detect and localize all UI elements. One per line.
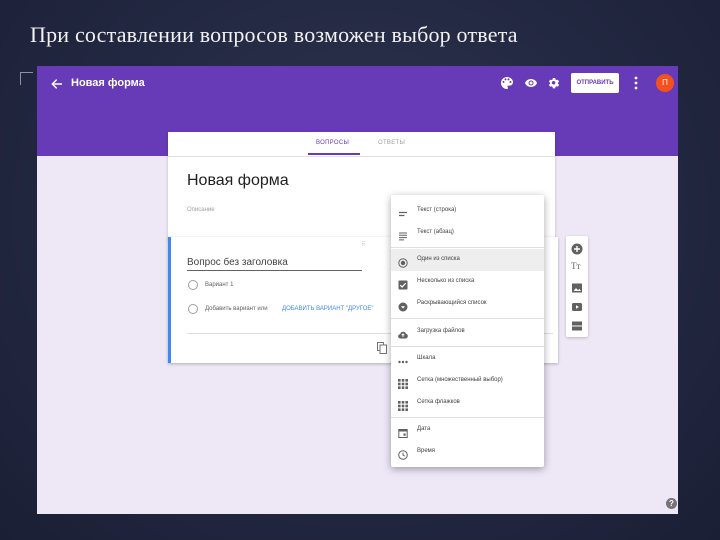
- decorative-corner: [20, 72, 33, 85]
- section-icon[interactable]: [571, 319, 583, 331]
- menu-item-multiple-choice[interactable]: Один из списка: [391, 249, 544, 271]
- upload-icon: [398, 327, 408, 339]
- add-question-icon[interactable]: [571, 242, 583, 255]
- option-input[interactable]: Вариант 1: [205, 282, 233, 288]
- checkbox-grid-icon: [398, 398, 408, 411]
- menu-divider: [391, 247, 544, 248]
- menu-item-paragraph[interactable]: Текст (абзац): [391, 222, 544, 244]
- menu-item-label: Несколько из списка: [417, 278, 475, 284]
- add-option-link[interactable]: Добавить вариант или: [205, 306, 268, 312]
- image-icon[interactable]: [571, 281, 583, 293]
- menu-item-multiple-choice-grid[interactable]: Сетка (множественный выбор): [391, 370, 544, 392]
- preview-eye-icon[interactable]: [524, 76, 538, 90]
- menu-item-linear-scale[interactable]: Шкала: [391, 348, 544, 370]
- send-button[interactable]: ОТПРАВИТЬ: [571, 73, 619, 93]
- scale-icon: [398, 354, 408, 364]
- more-vert-icon[interactable]: [634, 75, 638, 91]
- form-title-header[interactable]: Новая форма: [71, 77, 145, 89]
- menu-item-time[interactable]: Время: [391, 441, 544, 463]
- menu-item-checkbox-grid[interactable]: Сетка флажков: [391, 392, 544, 414]
- back-arrow-icon[interactable]: [49, 76, 65, 92]
- question-title-underline: [187, 270, 362, 271]
- menu-item-label: Текст (строка): [417, 207, 457, 213]
- menu-divider: [391, 318, 544, 319]
- radio-icon: [188, 304, 198, 314]
- form-tabs: ВОПРОСЫ ОТВЕТЫ: [168, 132, 555, 157]
- menu-divider: [391, 417, 544, 418]
- menu-item-file-upload[interactable]: Загрузка файлов: [391, 321, 544, 343]
- grid-icon: [398, 376, 408, 389]
- menu-item-date[interactable]: Дата: [391, 419, 544, 441]
- form-description-field[interactable]: Описание: [187, 207, 215, 213]
- settings-gear-icon[interactable]: [547, 76, 561, 90]
- tab-questions[interactable]: ВОПРОСЫ: [316, 140, 349, 146]
- menu-item-label: Один из списка: [417, 256, 460, 262]
- menu-item-label: Дата: [417, 426, 431, 432]
- tab-responses[interactable]: ОТВЕТЫ: [378, 140, 405, 146]
- video-icon[interactable]: [571, 300, 583, 312]
- clock-icon: [398, 447, 408, 460]
- title-text-icon[interactable]: Тт: [571, 261, 583, 273]
- side-toolbar: Тт: [566, 236, 588, 337]
- question-type-menu: Текст (строка) Текст (абзац) Один из спи…: [391, 195, 544, 467]
- menu-item-label: Текст (абзац): [417, 229, 454, 235]
- menu-item-label: Сетка флажков: [417, 399, 460, 405]
- forms-screenshot: Новая форма ОТПРАВИТЬ П ВОПРОСЫ ОТВЕТЫ Н…: [37, 66, 678, 514]
- menu-item-short-text[interactable]: Текст (строка): [391, 200, 544, 222]
- question-title-input[interactable]: Вопрос без заголовка: [187, 257, 288, 268]
- radio-icon: [398, 255, 408, 268]
- menu-item-label: Шкала: [417, 355, 436, 361]
- radio-icon: [188, 280, 198, 290]
- menu-item-dropdown[interactable]: Раскрывающийся список: [391, 293, 544, 315]
- form-title[interactable]: Новая форма: [187, 172, 289, 190]
- calendar-icon: [398, 425, 408, 438]
- short-text-icon: [398, 206, 408, 217]
- help-icon[interactable]: ?: [666, 498, 677, 509]
- palette-icon[interactable]: [500, 76, 514, 90]
- menu-item-checkboxes[interactable]: Несколько из списка: [391, 271, 544, 293]
- menu-item-label: Время: [417, 448, 436, 454]
- active-tab-indicator: [308, 153, 360, 155]
- menu-item-label: Сетка (множественный выбор): [417, 377, 503, 383]
- menu-item-label: Загрузка файлов: [417, 328, 465, 334]
- drag-handle-icon[interactable]: ⠿: [361, 241, 365, 248]
- dropdown-icon: [398, 299, 408, 312]
- account-avatar[interactable]: П: [656, 74, 674, 92]
- menu-divider: [391, 346, 544, 347]
- duplicate-icon[interactable]: [377, 341, 387, 354]
- add-other-option-link[interactable]: ДОБАВИТЬ ВАРИАНТ "ДРУГОЕ": [282, 306, 374, 312]
- menu-item-label: Раскрывающийся список: [417, 300, 487, 306]
- checkbox-icon: [398, 277, 408, 290]
- paragraph-icon: [398, 228, 408, 241]
- slide-title: При составлении вопросов возможен выбор …: [30, 22, 518, 47]
